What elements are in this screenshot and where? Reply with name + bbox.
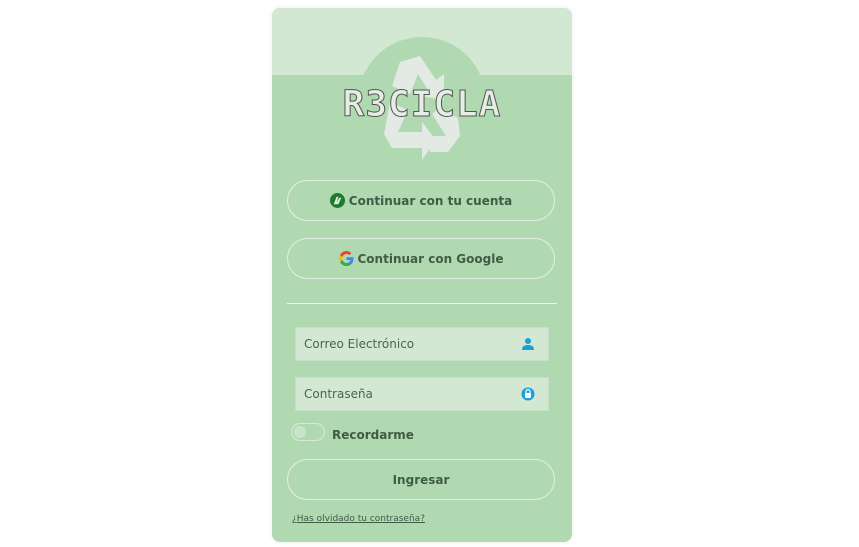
logo-text: R3CICLA	[342, 84, 502, 126]
email-input[interactable]	[296, 328, 524, 360]
google-icon	[338, 251, 354, 266]
r3cicla-app-icon	[329, 193, 345, 208]
toggle-knob	[294, 426, 306, 438]
divider	[287, 303, 557, 304]
password-field	[295, 377, 549, 411]
continue-with-account-button[interactable]: Continuar con tu cuenta	[287, 180, 555, 221]
remember-me-label: Recordarme	[332, 428, 414, 442]
continue-with-google-button[interactable]: Continuar con Google	[287, 238, 555, 279]
continue-with-google-label: Continuar con Google	[357, 251, 504, 266]
lock-icon	[521, 387, 535, 401]
remember-me-toggle[interactable]	[291, 423, 325, 441]
forgot-password-link[interactable]: ¿Has olvidado tu contraseña?	[292, 514, 425, 524]
password-input[interactable]	[296, 378, 524, 410]
continue-with-account-label: Continuar con tu cuenta	[348, 193, 513, 208]
email-field	[295, 327, 549, 361]
login-submit-button[interactable]: Ingresar	[287, 459, 555, 500]
login-submit-label: Ingresar	[392, 472, 450, 487]
user-icon	[522, 338, 534, 350]
login-card: R3CICLA Continuar con tu cuenta Continua…	[272, 8, 572, 542]
